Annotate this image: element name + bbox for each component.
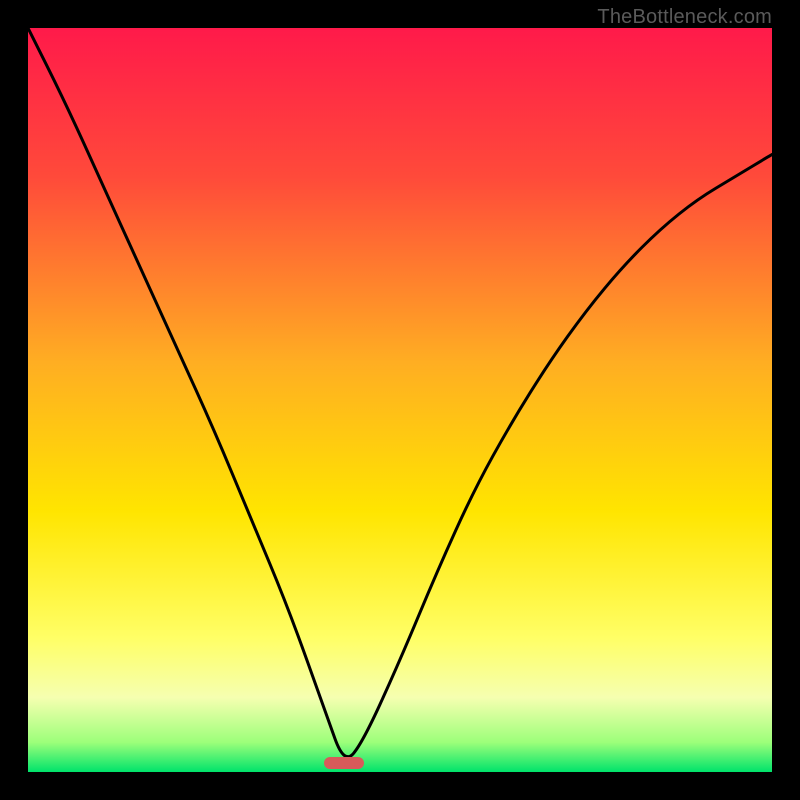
bottleneck-curve: [28, 28, 772, 757]
curve-layer: [28, 28, 772, 772]
minimum-marker: [324, 757, 364, 769]
plot-area: [28, 28, 772, 772]
outer-frame: TheBottleneck.com: [0, 0, 800, 800]
watermark-text: TheBottleneck.com: [597, 6, 772, 29]
